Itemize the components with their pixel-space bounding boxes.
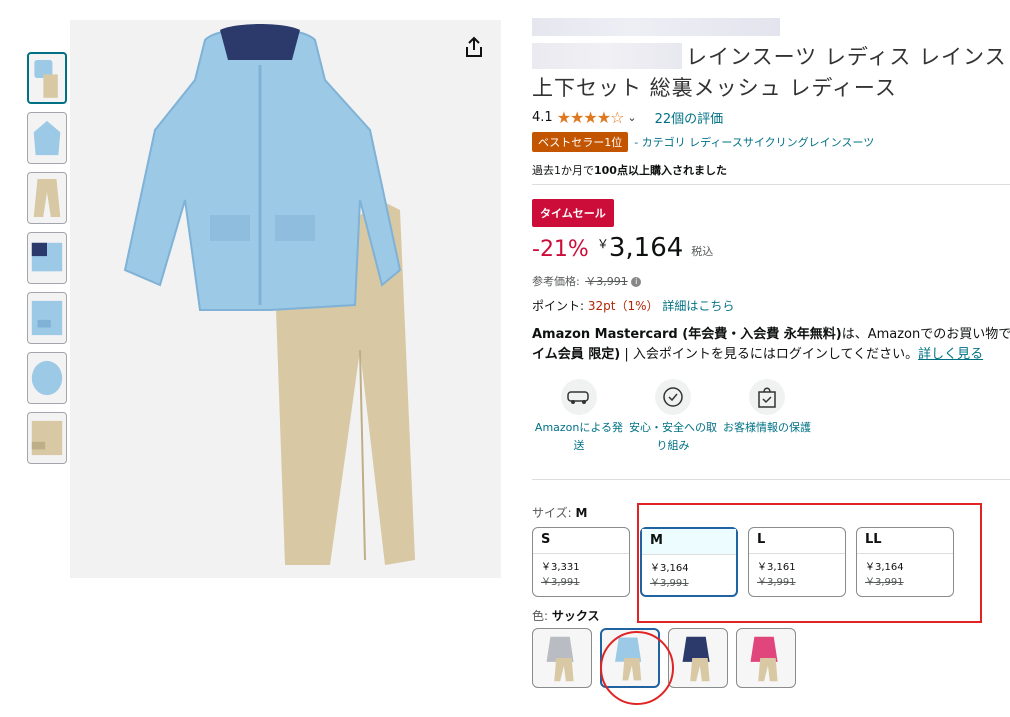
reference-price-label: 参考価格: (532, 275, 580, 288)
price-value: 3,164 (608, 233, 684, 263)
mastercard-detail-link[interactable]: 詳しく見る (918, 347, 983, 362)
mastercard-text: は、Amazonでのお買い物で (841, 327, 1010, 342)
color-selected: サックス (551, 609, 600, 623)
feature-shipping-label: Amazonによる発送 (534, 421, 624, 452)
size-option-s[interactable]: S ￥3,331 ￥3,991 (532, 527, 630, 597)
rating-value: 4.1 (532, 109, 553, 125)
color-swatch-navy[interactable] (668, 628, 728, 688)
annotation-size-highlight (637, 503, 982, 623)
thumbnail-4[interactable] (27, 232, 67, 284)
bought-prefix: 過去1か月で (532, 164, 594, 177)
rating-row: 4.1 ★★★★☆ ⌄ 22個の評価 (532, 106, 1010, 128)
points-label: ポイント: (532, 299, 585, 313)
thumbnail-5[interactable] (27, 292, 67, 344)
discount-percent: -21% (532, 237, 589, 262)
size-label-text: サイズ: (532, 506, 572, 520)
thumbnail-1[interactable] (27, 52, 67, 104)
reference-price-value: ￥3,991 (585, 275, 628, 288)
share-icon[interactable] (461, 34, 487, 60)
feature-shipping[interactable]: Amazonによる発送 (532, 379, 626, 471)
thumbnail-7[interactable] (27, 412, 67, 464)
thumbnail-3[interactable] (27, 172, 67, 224)
currency-symbol: ￥ (596, 237, 609, 251)
main-product-image[interactable] (70, 20, 501, 578)
product-title-line2: 上下セット 総裏メッシュ レディース (532, 76, 897, 100)
size-price: ￥3,331 (541, 562, 580, 573)
points-row: ポイント: 32pt（1%） 詳細はこちら (532, 297, 1010, 315)
reference-price: 参考価格: ￥3,991 i (532, 273, 1010, 289)
color-swatch-grey[interactable] (532, 628, 592, 688)
star-rating-icon[interactable]: ★★★★☆ (557, 108, 625, 127)
size-list-price: ￥3,991 (541, 577, 580, 588)
mastercard-text-2: | 入会ポイントを見るにはログインしてください。 (620, 347, 919, 362)
product-title-row-1: レインスーツ レディス レインス (532, 40, 1010, 72)
info-icon[interactable]: i (631, 277, 642, 287)
safety-badge-icon (655, 379, 691, 415)
mastercard-bold[interactable]: Amazon Mastercard (年会費・入会費 永年無料) (532, 327, 842, 342)
feature-icons: Amazonによる発送 安心・安全への取り組み お客様情報の保護 (532, 379, 1010, 471)
bestseller-row: ベストセラー1位 - カテゴリ レディースサイクリングレインスーツ (532, 132, 1010, 152)
feature-privacy-label: お客様情報の保護 (723, 421, 811, 434)
mastercard-bold-2: イム会員 限定) (532, 347, 621, 362)
divider (532, 184, 1010, 185)
product-title-line1: レインスーツ レディス レインス (686, 45, 1007, 69)
thumbnail-6[interactable] (27, 352, 67, 404)
deal-badge: タイムセール (532, 199, 614, 227)
size-name: S (533, 528, 629, 554)
price-row: -21% ￥ 3,164 税込 (532, 233, 1010, 269)
color-label-text: 色: (532, 609, 549, 623)
thumbnail-2[interactable] (27, 112, 67, 164)
color-swatch-pink[interactable] (736, 628, 796, 688)
bought-count: 過去1か月で100点以上購入されました (532, 162, 1010, 180)
points-detail-link[interactable]: 詳細はこちら (662, 299, 734, 313)
thumbnail-strip (27, 52, 67, 472)
feature-safety[interactable]: 安心・安全への取り組み (626, 379, 720, 471)
mastercard-promo: Amazon Mastercard (年会費・入会費 永年無料)は、Amazon… (532, 325, 1010, 365)
bought-bold: 100点以上購入されました (594, 164, 727, 177)
divider (532, 479, 1010, 480)
review-count-link[interactable]: 22個の評価 (655, 108, 724, 127)
blurred-brand (532, 18, 780, 36)
annotation-color-highlight (600, 631, 674, 705)
size-selected: M (575, 506, 588, 520)
feature-privacy[interactable]: お客様情報の保護 (720, 379, 814, 471)
secure-bag-icon (749, 379, 785, 415)
bestseller-badge[interactable]: ベストセラー1位 (532, 132, 629, 152)
chevron-down-icon[interactable]: ⌄ (627, 111, 636, 124)
blurred-title-part (532, 43, 682, 69)
points-value: 32pt（1%） (587, 299, 659, 313)
tax-label: 税込 (691, 245, 714, 258)
delivery-truck-icon (561, 379, 597, 415)
bestseller-category-link[interactable]: - カテゴリ レディースサイクリングレインスーツ (634, 134, 874, 150)
feature-safety-label: 安心・安全への取り組み (629, 421, 717, 452)
